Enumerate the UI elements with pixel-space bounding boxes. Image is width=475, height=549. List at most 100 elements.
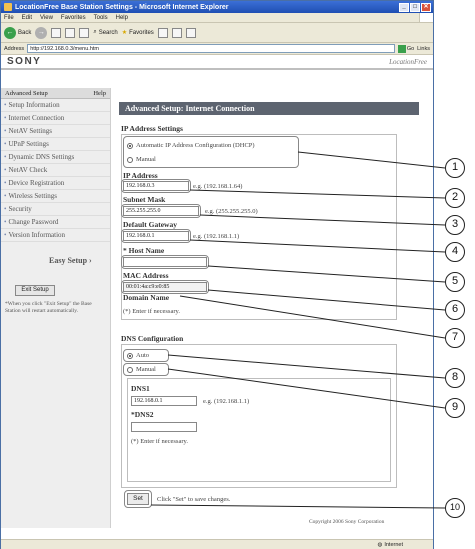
callout-4-highlight bbox=[121, 229, 191, 243]
dns1-label: DNS1 bbox=[131, 384, 150, 393]
dns2-label: *DNS2 bbox=[131, 410, 154, 419]
toolbar: ← Back → ⌕ Search ★ Favorites bbox=[1, 23, 433, 43]
menu-edit[interactable]: Edit bbox=[22, 15, 32, 21]
minimize-button[interactable]: _ bbox=[399, 2, 409, 12]
callout-7: 7 bbox=[445, 328, 465, 348]
back-arrow-icon: ← bbox=[4, 26, 16, 39]
exit-setup-note: *When you click "Exit Setup" the Base St… bbox=[5, 301, 92, 314]
exit-setup-button[interactable]: Exit Setup bbox=[15, 285, 55, 296]
address-input[interactable]: http://192.168.0.3/menu.htm bbox=[27, 44, 395, 53]
search-button[interactable]: ⌕ Search bbox=[93, 29, 117, 36]
forward-button[interactable]: → bbox=[35, 26, 48, 39]
sidebar-item-version-information[interactable]: Version Information bbox=[1, 229, 110, 242]
dns-config-heading: DNS Configuration bbox=[121, 334, 184, 343]
close-button[interactable]: ✕ bbox=[421, 2, 431, 12]
callout-10: 10 bbox=[445, 498, 465, 518]
dns1-input[interactable]: 192.168.0.1 bbox=[131, 396, 197, 406]
sidebar-title: Advanced Setup bbox=[5, 89, 48, 97]
callout-8: 8 bbox=[445, 368, 465, 388]
refresh-icon[interactable] bbox=[65, 27, 76, 38]
sidebar-item-internet-connection[interactable]: Internet Connection bbox=[1, 112, 110, 125]
sidebar-item-device-registration[interactable]: Device Registration bbox=[1, 177, 110, 190]
callout-3-highlight bbox=[121, 204, 201, 218]
mail-icon[interactable] bbox=[171, 27, 182, 38]
callout-6: 6 bbox=[445, 300, 465, 320]
maximize-button[interactable]: □ bbox=[410, 2, 420, 12]
sidebar-item-dynamic-dns[interactable]: Dynamic DNS Settings bbox=[1, 151, 110, 164]
go-arrow-icon bbox=[397, 44, 406, 53]
menu-help[interactable]: Help bbox=[116, 15, 128, 21]
sidebar: Advanced Setup Help Setup Information In… bbox=[1, 88, 111, 528]
address-bar: Address http://192.168.0.3/menu.htm Go L… bbox=[1, 43, 433, 55]
easy-setup-link[interactable]: Easy Setup › bbox=[1, 256, 110, 265]
help-link[interactable]: Help bbox=[93, 90, 106, 97]
main-content: Advanced Setup: Internet Connection IP A… bbox=[113, 88, 433, 528]
sidebar-item-change-password[interactable]: Change Password bbox=[1, 216, 110, 229]
sidebar-item-netav-check[interactable]: NetAV Check bbox=[1, 164, 110, 177]
globe-icon: ◍ bbox=[377, 541, 383, 548]
forward-arrow-icon: → bbox=[35, 26, 48, 39]
menu-favorites[interactable]: Favorites bbox=[61, 15, 86, 21]
stop-icon[interactable] bbox=[51, 27, 62, 38]
favorites-button[interactable]: ★ Favorites bbox=[121, 29, 154, 37]
copyright: Copyright 2006 Sony Corporation bbox=[309, 519, 385, 525]
sidebar-item-wireless-settings[interactable]: Wireless Settings bbox=[1, 190, 110, 203]
windows-logo-icon bbox=[419, 13, 433, 22]
dns2-input[interactable] bbox=[131, 422, 197, 432]
callout-1-highlight bbox=[123, 136, 299, 168]
window-title: LocationFree Base Station Settings - Mic… bbox=[15, 3, 229, 11]
ip-settings-heading: IP Address Settings bbox=[121, 124, 183, 133]
title-bar: LocationFree Base Station Settings - Mic… bbox=[1, 1, 433, 13]
back-button[interactable]: ← Back bbox=[4, 26, 31, 39]
print-icon[interactable] bbox=[185, 27, 196, 38]
callout-3: 3 bbox=[445, 215, 465, 235]
sidebar-item-security[interactable]: Security bbox=[1, 203, 110, 216]
star-icon: ★ bbox=[121, 30, 128, 36]
menu-tools[interactable]: Tools bbox=[94, 15, 108, 21]
domain-name-label: Domain Name bbox=[123, 293, 170, 302]
callout-4: 4 bbox=[445, 242, 465, 262]
callout-9: 9 bbox=[445, 398, 465, 418]
callout-10-highlight bbox=[124, 490, 152, 508]
subnet-mask-label: Subnet Mask bbox=[123, 195, 166, 204]
menu-bar: File Edit View Favorites Tools Help bbox=[1, 13, 433, 23]
address-label: Address bbox=[4, 45, 25, 52]
brand-header: SONY LocationFree bbox=[1, 55, 433, 70]
links-button[interactable]: Links bbox=[417, 46, 433, 52]
mac-address-label: MAC Address bbox=[123, 271, 169, 280]
callout-2-highlight bbox=[121, 179, 191, 193]
menu-view[interactable]: View bbox=[40, 15, 53, 21]
ip-optional-note: (*) Enter if necessary. bbox=[123, 308, 180, 315]
locationfree-logo: LocationFree bbox=[389, 57, 427, 66]
chevron-right-icon: › bbox=[89, 256, 92, 265]
ip-address-example: e.g. (192.168.1.64) bbox=[193, 183, 243, 190]
callout-5: 5 bbox=[445, 272, 465, 292]
callout-5-highlight bbox=[121, 255, 209, 269]
page-title: Advanced Setup: Internet Connection bbox=[119, 102, 419, 115]
go-button[interactable]: Go bbox=[397, 44, 414, 53]
callout-8-highlight bbox=[123, 349, 169, 362]
sidebar-item-setup-information[interactable]: Setup Information bbox=[1, 99, 110, 112]
default-gateway-label: Default Gateway bbox=[123, 220, 177, 229]
search-icon: ⌕ bbox=[93, 29, 97, 35]
history-icon[interactable] bbox=[157, 27, 168, 38]
dns1-example: e.g. (192.168.1.1) bbox=[203, 398, 250, 405]
home-icon[interactable] bbox=[79, 27, 90, 38]
ie-app-icon bbox=[4, 3, 12, 11]
sidebar-item-netav-settings[interactable]: NetAV Settings bbox=[1, 125, 110, 138]
status-zone: Internet bbox=[384, 541, 403, 548]
dns-optional-note: (*) Enter if necessary. bbox=[131, 438, 188, 445]
set-hint: Click "Set" to save changes. bbox=[157, 496, 231, 503]
sidebar-header: Advanced Setup Help bbox=[1, 88, 110, 99]
status-bar: ◍ Internet bbox=[1, 539, 433, 549]
host-name-label: * Host Name bbox=[123, 246, 165, 255]
default-gateway-example: e.g. (192.168.1.1) bbox=[193, 233, 240, 240]
menu-file[interactable]: File bbox=[4, 15, 14, 21]
callout-9-highlight bbox=[123, 363, 169, 376]
sidebar-item-upnp-settings[interactable]: UPnP Settings bbox=[1, 138, 110, 151]
browser-window: LocationFree Base Station Settings - Mic… bbox=[0, 0, 434, 549]
sony-logo: SONY bbox=[7, 56, 42, 67]
subnet-mask-example: e.g. (255.255.255.0) bbox=[205, 208, 258, 215]
callout-2: 2 bbox=[445, 188, 465, 208]
callout-6-highlight bbox=[121, 280, 209, 294]
